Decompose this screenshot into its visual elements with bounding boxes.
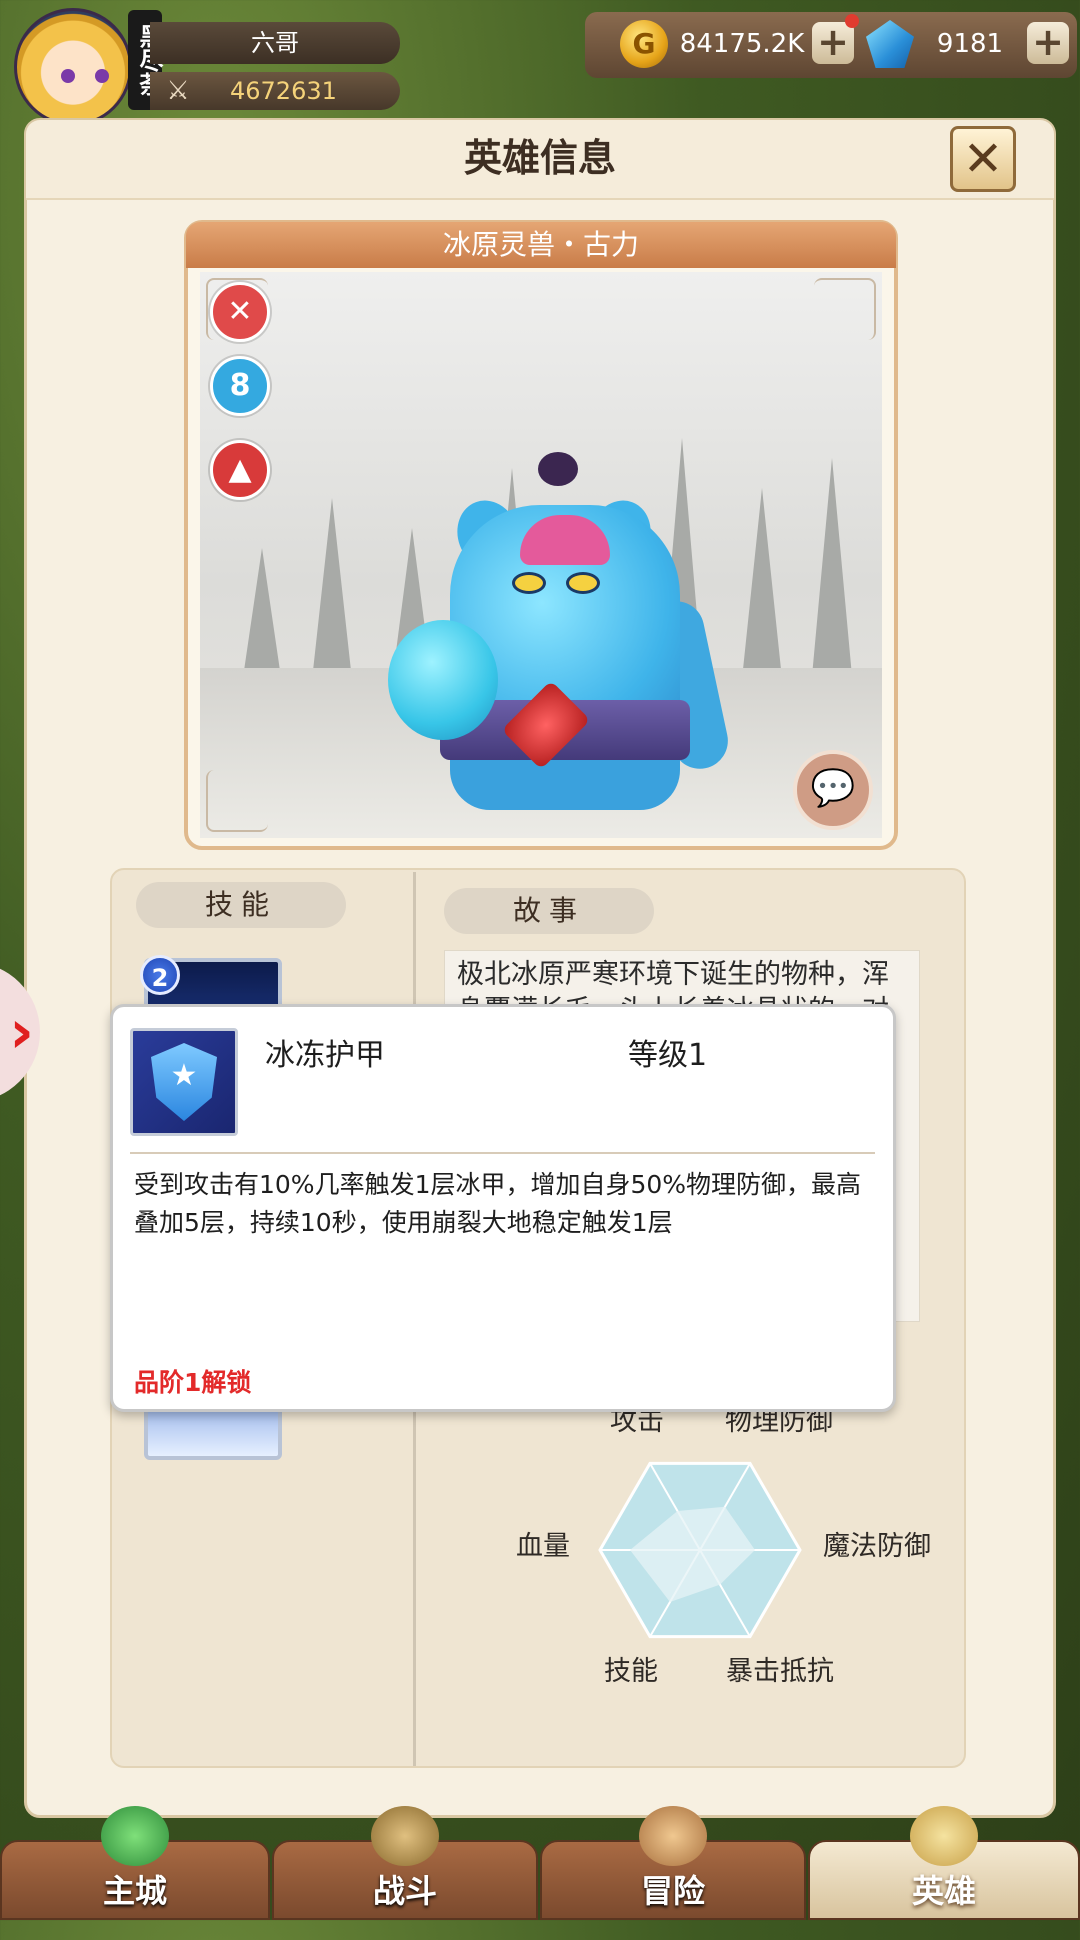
attribute-radar-chart <box>598 1461 802 1639</box>
radar-label-magic-defense: 魔法防御 <box>823 1531 931 1562</box>
close-icon: ✕ <box>962 131 1004 187</box>
skill-level-badge: 2 <box>140 955 180 995</box>
gold-amount: 84175.2K <box>679 29 805 59</box>
nav-battle[interactable]: 战斗 <box>272 1806 538 1920</box>
player-name: 六哥 <box>150 22 400 64</box>
crossed-swords-icon <box>371 1806 439 1866</box>
crossed-swords-icon: ⚔ <box>166 76 190 106</box>
bird-companion <box>538 452 578 486</box>
tooltip-unlock-condition: 品阶1解锁 <box>134 1368 252 1397</box>
tab-skills[interactable]: 技能 <box>136 882 346 928</box>
star-icon: ★ <box>170 1058 198 1093</box>
axe-icon[interactable]: ✕ <box>210 282 270 342</box>
nav-main-city[interactable]: 主城 <box>0 1806 270 1920</box>
nav-label: 战斗 <box>372 1872 437 1910</box>
hero-model-eye <box>566 572 600 594</box>
hero-voice-button[interactable]: 💬 <box>793 750 873 830</box>
nav-label: 英雄 <box>911 1872 976 1910</box>
tooltip-description: 受到攻击有10%几率触发1层冰甲，增加自身50%物理防御，最高叠加5层，持续10… <box>134 1170 862 1237</box>
tooltip-skill-name: 冰冻护甲 <box>265 1038 385 1073</box>
avatar-portrait <box>14 8 132 126</box>
nav-label: 主城 <box>102 1872 167 1910</box>
gem-amount: 9181 <box>936 29 1004 59</box>
radar-label-hp: 血量 <box>516 1531 570 1562</box>
castle-icon <box>101 1806 169 1866</box>
tab-story[interactable]: 故事 <box>444 888 654 934</box>
radar-label-skill: 技能 <box>604 1656 658 1687</box>
nav-adventure[interactable]: 冒险 <box>540 1806 806 1920</box>
hero-emblem-icon <box>910 1806 978 1866</box>
hero-model-ice-fist <box>388 620 498 740</box>
hero-model-eye <box>512 572 546 594</box>
nav-heroes[interactable]: 英雄 <box>808 1806 1080 1920</box>
add-gems-button[interactable]: + <box>1027 22 1069 64</box>
rocket-icon[interactable]: ▲ <box>210 440 270 500</box>
hero-name: 冰原灵兽・古力 <box>186 222 896 268</box>
add-gold-button[interactable]: + <box>812 22 854 64</box>
adventure-icon <box>639 1806 707 1866</box>
close-button[interactable]: ✕ <box>950 126 1016 192</box>
ice-armor-skill-icon: ★ <box>130 1028 238 1136</box>
speech-bubble-icon: 💬 <box>810 768 856 809</box>
shield-rune-icon[interactable]: 8 <box>210 356 270 416</box>
radar-label-crit-resist: 暴击抵抗 <box>726 1656 834 1687</box>
chevron-icon: › <box>9 997 34 1067</box>
gold-coin-icon: G <box>620 20 668 68</box>
tooltip-divider <box>130 1152 875 1154</box>
notification-dot <box>845 14 859 28</box>
panel-title: 英雄信息 <box>463 136 616 180</box>
tooltip-skill-level: 等级1 <box>628 1038 708 1073</box>
player-avatar[interactable]: 黑尽荼 <box>8 4 163 126</box>
nav-label: 冒险 <box>640 1872 705 1910</box>
